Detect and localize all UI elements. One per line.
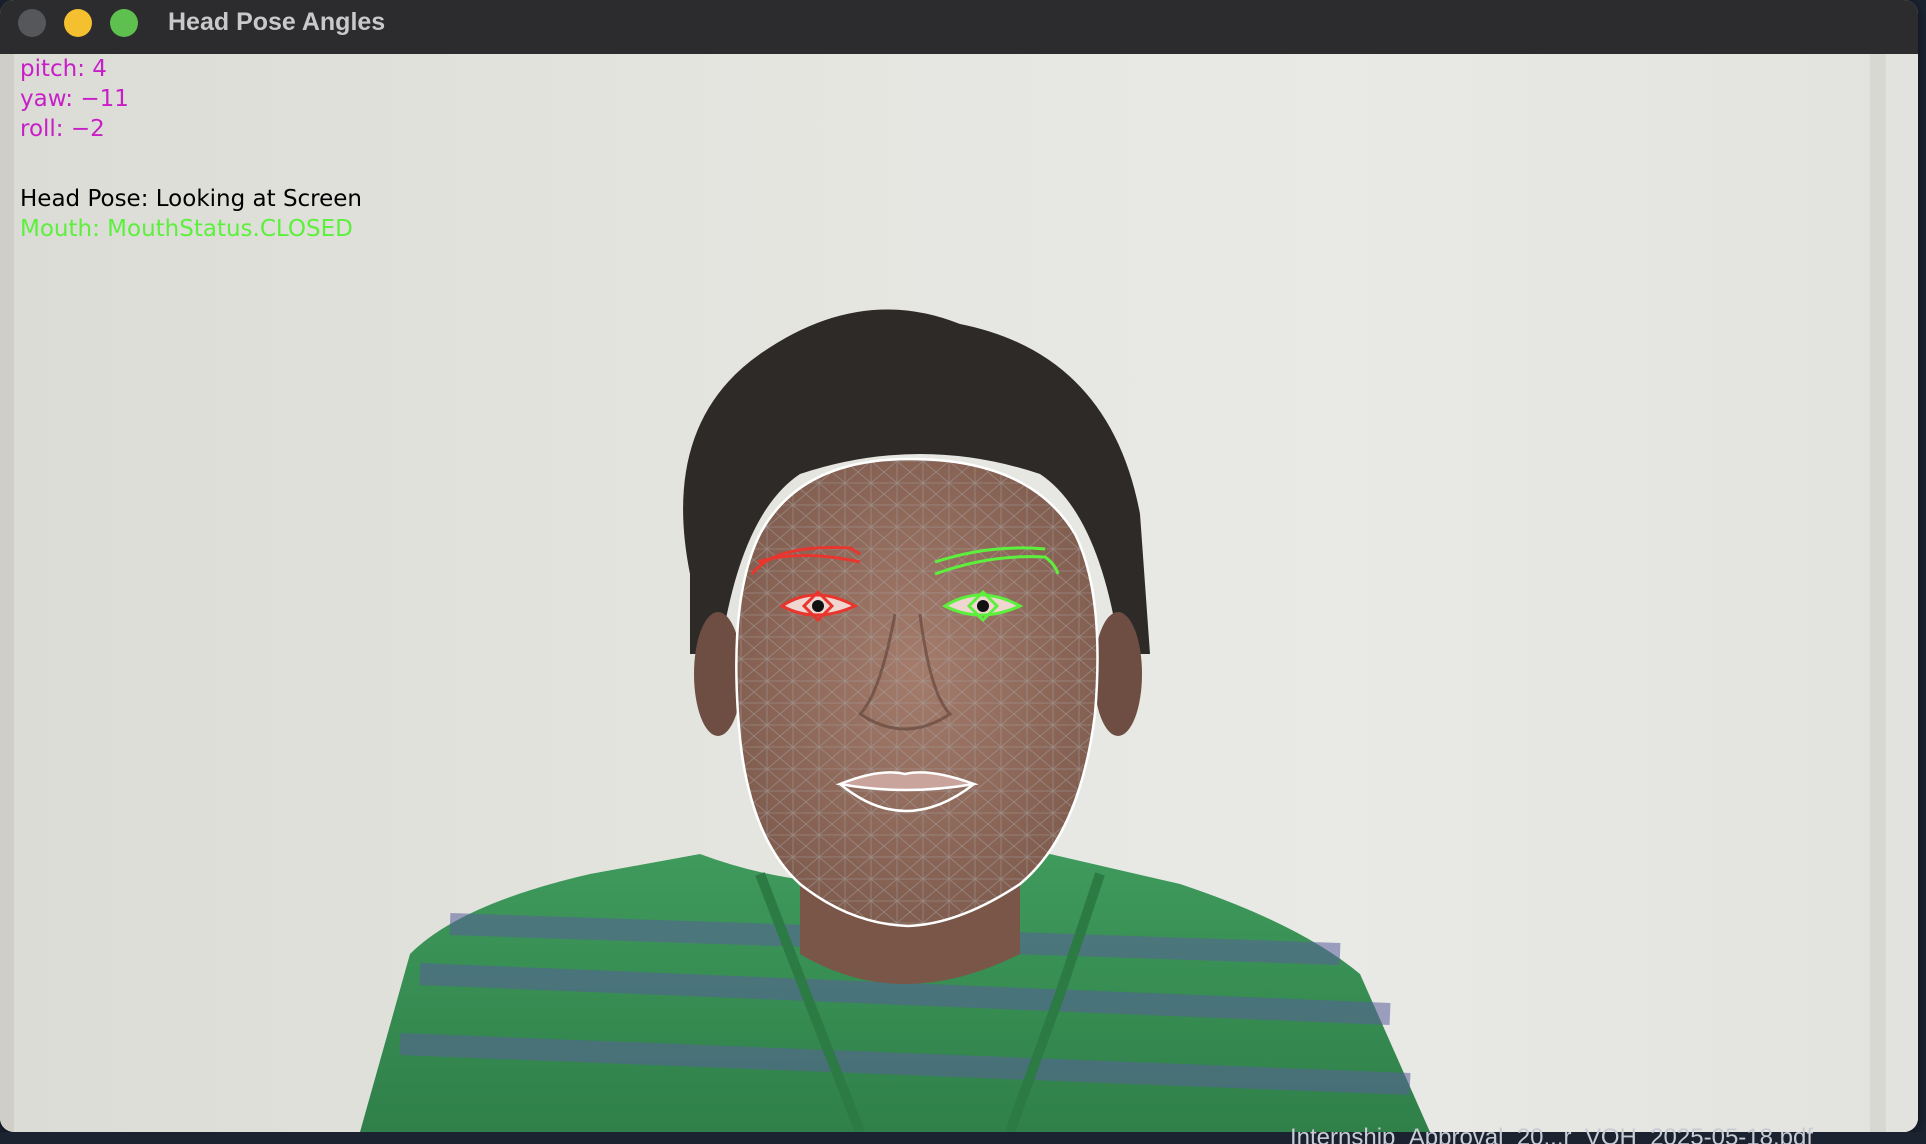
maximize-button[interactable] (110, 9, 138, 37)
pitch-readout: pitch: 4 (20, 56, 107, 82)
left-ear (694, 612, 742, 736)
right-pupil (977, 600, 989, 612)
window-title: Head Pose Angles (168, 8, 386, 36)
left-pupil (812, 600, 824, 612)
head-pose-status: Head Pose: Looking at Screen (20, 186, 363, 212)
mouth-status: Mouth: MouthStatus.CLOSED (20, 216, 353, 242)
wall-edge (1870, 54, 1886, 1132)
webcam-feed: pitch: 4 yaw: −11 roll: −2 Head Pose: Lo… (0, 54, 1918, 1132)
title-bar[interactable]: Head Pose Angles (0, 0, 1918, 55)
background-file-label: Internship_Approval_20...r_VOH_2025-05-1… (1290, 1124, 1814, 1144)
app-window: Head Pose Angles pitch: 4 yaw: −11 roll:… (0, 0, 1918, 1132)
face-mesh (736, 459, 1098, 926)
yaw-readout: yaw: −11 (20, 86, 129, 112)
minimize-button[interactable] (64, 9, 92, 37)
close-button[interactable] (18, 9, 46, 37)
door-frame (0, 54, 14, 1132)
roll-readout: roll: −2 (20, 116, 105, 142)
right-ear (1094, 612, 1142, 736)
